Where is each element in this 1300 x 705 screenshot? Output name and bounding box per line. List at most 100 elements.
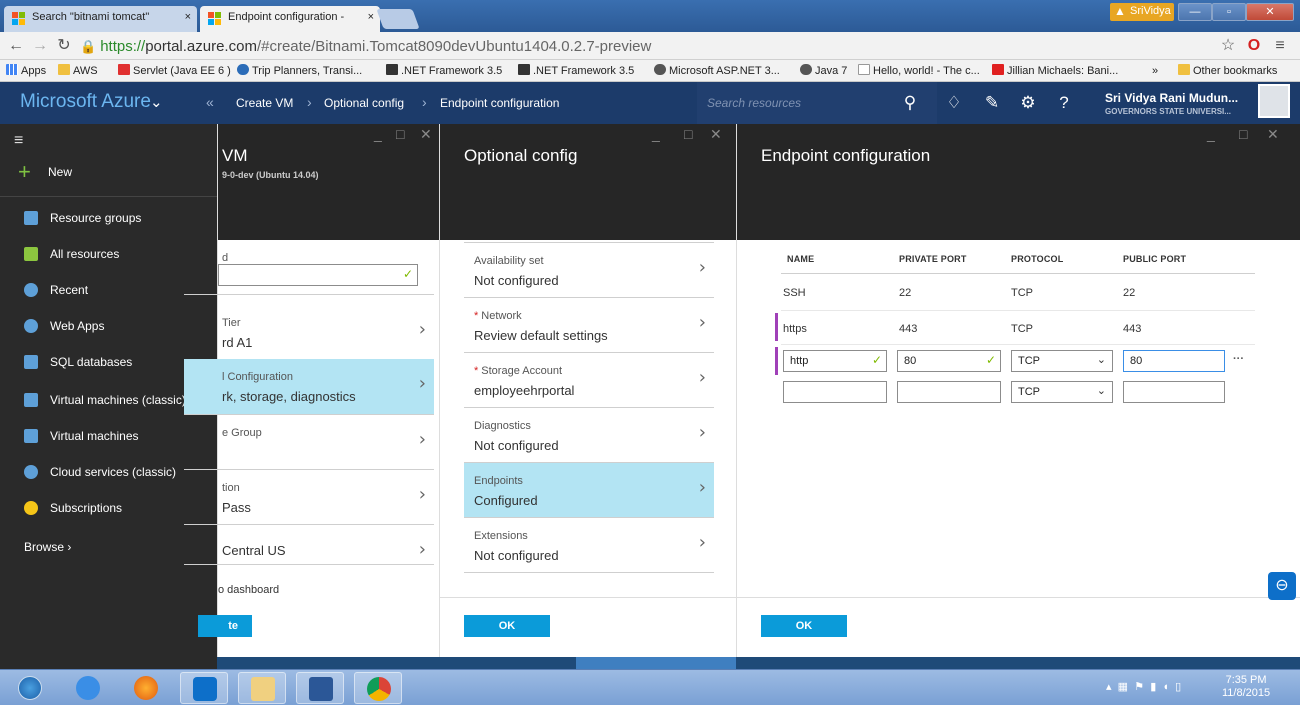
vm-item-subscription[interactable]: tion Pass › — [184, 470, 434, 525]
new-endpoint-name-input[interactable] — [783, 381, 887, 403]
edit-icon[interactable]: ✎ — [982, 93, 1002, 113]
taskbar-ie[interactable] — [64, 672, 112, 704]
star-icon[interactable]: ☆ — [1218, 36, 1238, 56]
bookmark-netfx-1[interactable]: .NET Framework 3.5 — [386, 63, 502, 79]
scrollbar-thumb[interactable] — [576, 657, 736, 669]
profile-chip[interactable]: ▲ SriVidya — [1110, 3, 1174, 21]
horizontal-scrollbar[interactable] — [217, 657, 1300, 669]
avatar[interactable] — [1258, 84, 1290, 118]
taskbar-firefox[interactable] — [122, 672, 170, 704]
network-icon[interactable]: ▦ — [1118, 681, 1128, 693]
vm-item-location[interactable]: Central US › — [184, 525, 434, 565]
hamburger-icon[interactable]: ≡ — [14, 132, 23, 150]
vm-item-name[interactable]: d ✓ — [184, 240, 434, 295]
bookmark-netfx-2[interactable]: .NET Framework 3.5 — [518, 63, 634, 79]
breadcrumb-create-vm[interactable]: Create VM — [236, 96, 293, 110]
collapse-arrows-icon[interactable]: « — [206, 94, 214, 110]
breadcrumb-endpoint-config[interactable]: Endpoint configuration — [440, 96, 559, 110]
option-endpoints[interactable]: Endpoints Configured › — [464, 463, 714, 518]
endpoint-name-input[interactable]: http ✓ — [783, 350, 887, 372]
maximize-button[interactable]: ▫ — [1212, 3, 1246, 21]
forward-icon[interactable]: → — [30, 36, 50, 56]
vm-item-size[interactable]: Tier rd A1 › — [184, 305, 434, 361]
protocol-select[interactable]: TCP ⌄ — [1011, 350, 1113, 372]
bookmark-trip[interactable]: Trip Planners, Transi... — [237, 63, 362, 79]
azure-brand[interactable]: Microsoft Azure — [20, 91, 151, 113]
public-port-input[interactable]: 80 — [1123, 350, 1225, 372]
maximize-blade-icon[interactable]: □ — [684, 126, 692, 142]
user-name[interactable]: Sri Vidya Rani Mudun... — [1105, 91, 1238, 105]
close-blade-icon[interactable]: ✕ — [1267, 126, 1279, 143]
create-button[interactable]: te — [198, 615, 252, 637]
close-blade-icon[interactable]: ✕ — [710, 126, 722, 143]
teamviewer-icon[interactable]: ⊖ — [1268, 572, 1296, 600]
bookmark-aws[interactable]: AWS — [58, 63, 98, 79]
close-blade-icon[interactable]: ✕ — [420, 126, 432, 143]
option-availability-set[interactable]: Availability set Not configured › — [464, 243, 714, 298]
minimize-button[interactable]: — — [1178, 3, 1212, 21]
opera-icon[interactable]: O — [1244, 36, 1264, 56]
signal-icon[interactable]: ▮ — [1150, 681, 1156, 693]
help-icon[interactable]: ? — [1054, 93, 1074, 113]
other-bookmarks[interactable]: Other bookmarks — [1178, 63, 1277, 79]
bookmark-hello-world[interactable]: Hello, world! - The c... — [858, 63, 980, 79]
option-network[interactable]: * Network Review default settings › — [464, 298, 714, 353]
gear-icon[interactable]: ⚙ — [1018, 93, 1038, 113]
bell-icon[interactable]: ♢ — [944, 93, 964, 113]
new-public-port-input[interactable] — [1123, 381, 1225, 403]
search-icon[interactable]: ⚲ — [900, 93, 920, 113]
private-port-input[interactable]: 80 ✓ — [897, 350, 1001, 372]
taskbar-word[interactable] — [296, 672, 344, 704]
taskbar-teamviewer[interactable] — [180, 672, 228, 704]
minimize-blade-icon[interactable]: _ — [1207, 126, 1215, 142]
vm-name-input[interactable]: ✓ — [218, 264, 418, 286]
reload-icon[interactable]: ↻ — [54, 36, 74, 56]
browser-tab-endpoint[interactable]: Endpoint configuration - × — [200, 6, 380, 32]
new-tab-button[interactable] — [376, 9, 420, 29]
nav-item-new[interactable]: New — [0, 154, 217, 190]
bookmark-aspnet[interactable]: Microsoft ASP.NET 3... — [654, 63, 780, 79]
breadcrumb-optional-config[interactable]: Optional config — [324, 96, 404, 110]
menu-icon[interactable]: ≡ — [1270, 36, 1290, 56]
clock[interactable]: 7:35 PM 11/8/2015 — [1222, 674, 1270, 700]
flag-icon[interactable]: ⚑ — [1134, 681, 1144, 693]
option-extensions[interactable]: Extensions Not configured › — [464, 518, 714, 573]
system-tray[interactable]: ▴ ▦ ⚑ ▮ ◖ ▯ — [1106, 680, 1181, 693]
taskbar-chrome[interactable] — [354, 672, 402, 704]
ok-button[interactable]: OK — [464, 615, 550, 637]
bookmark-java7[interactable]: Java 7 — [800, 63, 847, 79]
pin-dashboard-label[interactable]: o dashboard — [218, 584, 279, 596]
table-row[interactable]: https 443 TCP 443 — [775, 310, 1255, 342]
volume-icon[interactable]: ◖ — [1162, 681, 1169, 693]
vm-item-resource-group[interactable]: e Group › — [184, 415, 434, 470]
bookmark-jillian[interactable]: Jillian Michaels: Bani... — [992, 63, 1118, 79]
ok-button[interactable]: OK — [761, 615, 847, 637]
url-input[interactable]: 🔒 https://portal.azure.com/#create/Bitnam… — [80, 37, 1190, 57]
bookmarks-overflow[interactable]: » — [1152, 63, 1158, 79]
nav-item-resource-groups[interactable]: Resource groups — [0, 200, 217, 236]
maximize-blade-icon[interactable]: □ — [396, 126, 404, 142]
new-private-port-input[interactable] — [897, 381, 1001, 403]
maximize-blade-icon[interactable]: □ — [1239, 126, 1247, 142]
chevron-down-icon[interactable]: ⌄ — [150, 93, 163, 111]
option-diagnostics[interactable]: Diagnostics Not configured › — [464, 408, 714, 463]
start-button[interactable] — [6, 672, 54, 704]
back-icon[interactable]: ← — [6, 36, 26, 56]
close-tab-icon[interactable]: × — [368, 11, 374, 23]
show-hidden-icon[interactable]: ▴ — [1106, 681, 1112, 693]
option-storage-account[interactable]: * Storage Account employeehrportal › — [464, 353, 714, 408]
check-icon: ✓ — [871, 353, 882, 367]
close-window-button[interactable]: ✕ — [1246, 3, 1294, 21]
close-tab-icon[interactable]: × — [185, 11, 191, 23]
browser-tab-search[interactable]: Search "bitnami tomcat" × — [4, 6, 197, 32]
minimize-blade-icon[interactable]: _ — [652, 126, 660, 142]
new-protocol-select[interactable]: TCP ⌄ — [1011, 381, 1113, 403]
table-row[interactable]: SSH 22 TCP 22 — [781, 274, 1255, 308]
vm-item-optional-config[interactable]: l Configuration rk, storage, diagnostics › — [184, 359, 434, 415]
battery-icon[interactable]: ▯ — [1175, 681, 1181, 693]
bookmark-apps[interactable]: Apps — [6, 63, 46, 79]
minimize-blade-icon[interactable]: _ — [374, 126, 382, 142]
more-options-icon[interactable]: ··· — [1233, 353, 1244, 365]
bookmark-servlet[interactable]: Servlet (Java EE 6 ) — [118, 63, 231, 79]
taskbar-explorer[interactable] — [238, 672, 286, 704]
